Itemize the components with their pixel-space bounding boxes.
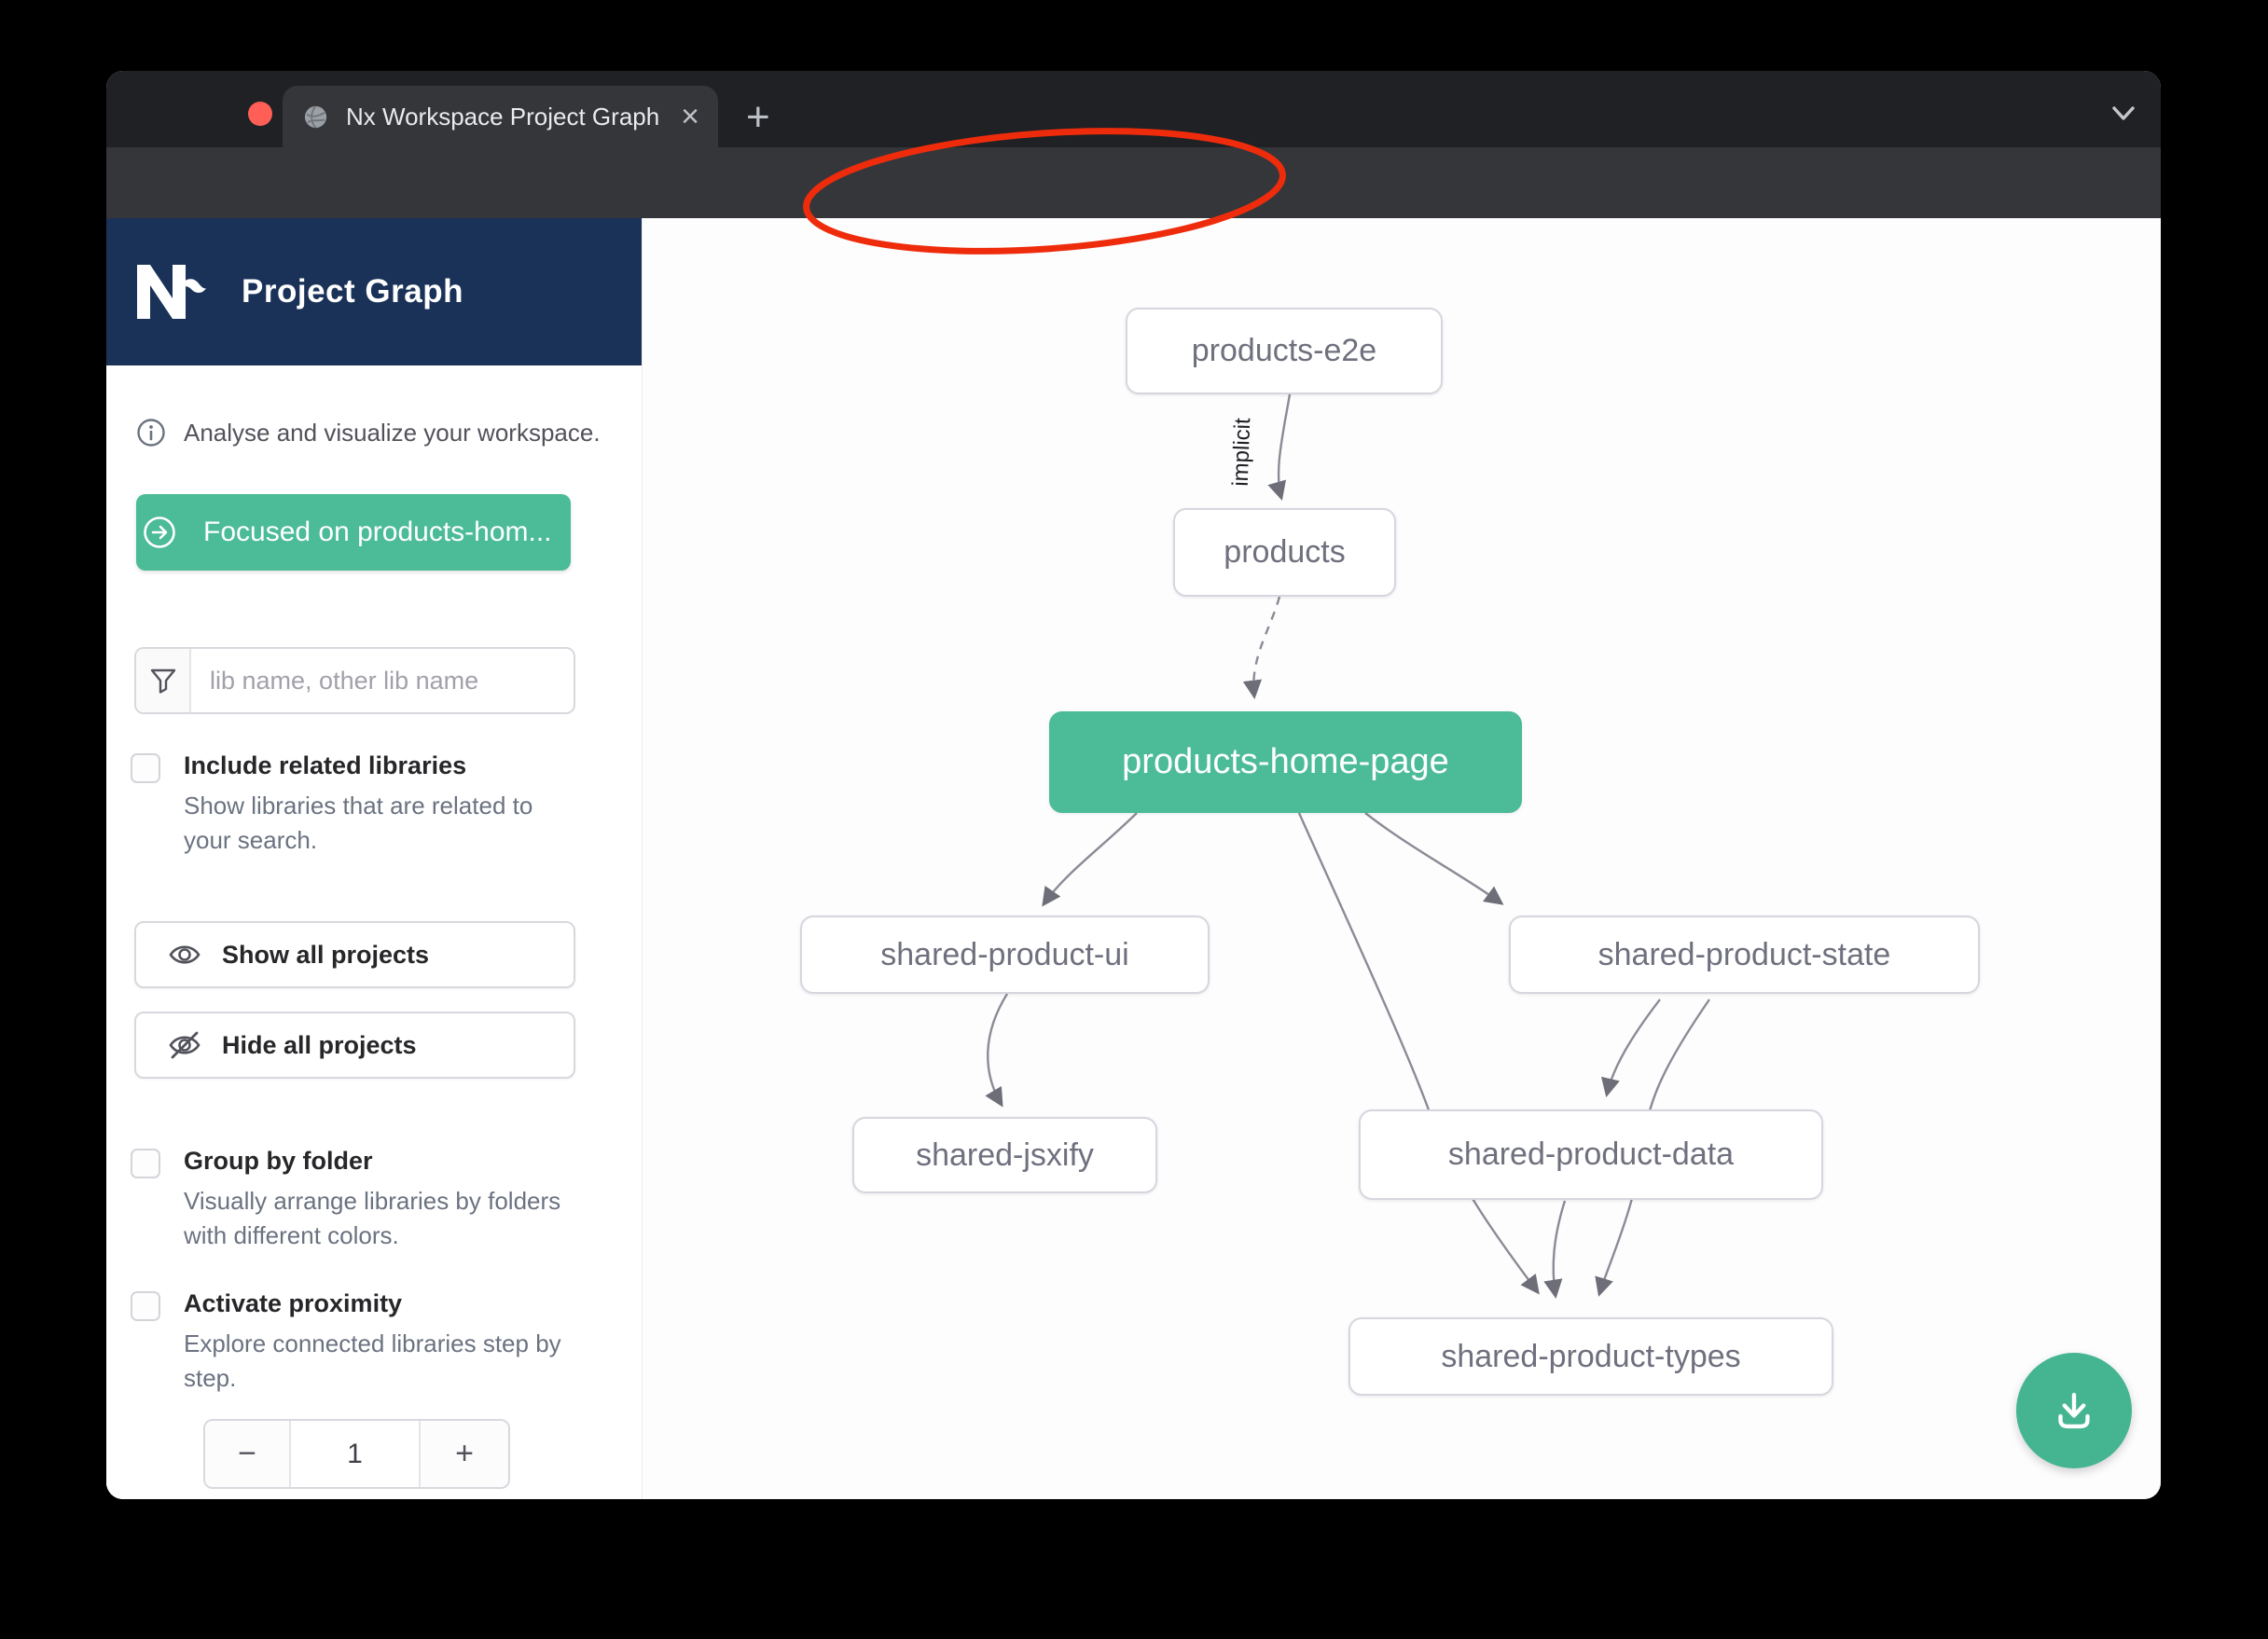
stepper-decrement-button[interactable]: −	[205, 1421, 291, 1487]
filter-field	[134, 647, 575, 714]
eye-icon	[168, 941, 201, 969]
include-related-description: Show libraries that are related to your …	[184, 789, 575, 858]
sidebar-header: Project Graph	[106, 218, 642, 365]
browser-toolbar: nrwl-nx-examples-dep-graph.netlify.app/?…	[106, 147, 2161, 218]
edge-homepage-ui	[1044, 813, 1137, 904]
sidebar: Project Graph Analyse and visualize your…	[106, 218, 643, 1499]
graph-node-shared-product-ui[interactable]: shared-product-ui	[800, 916, 1210, 994]
include-related-option: Include related libraries Show libraries…	[131, 753, 578, 875]
filter-icon-box	[136, 649, 191, 712]
show-all-projects-label: Show all projects	[222, 941, 429, 970]
filter-input[interactable]	[208, 666, 574, 696]
edge-e2e-products	[1279, 394, 1290, 498]
group-by-folder-checkbox[interactable]	[131, 1149, 160, 1178]
hide-all-projects-label: Hide all projects	[222, 1031, 417, 1060]
edge-state-data	[1607, 999, 1660, 1095]
group-by-folder-description: Visually arrange libraries by folders wi…	[184, 1184, 575, 1253]
graph-node-products-home-page[interactable]: products-home-page	[1049, 711, 1522, 813]
proximity-stepper: − 1 +	[203, 1419, 510, 1489]
chevron-down-icon[interactable]	[2108, 103, 2139, 125]
nx-logo	[135, 263, 206, 321]
focused-on-label: Focused on products-hom...	[203, 516, 552, 548]
new-tab-button[interactable]: +	[746, 97, 770, 138]
graph-node-shared-product-data[interactable]: shared-product-data	[1359, 1109, 1823, 1200]
stepper-value: 1	[291, 1421, 419, 1487]
hide-all-projects-button[interactable]: Hide all projects	[134, 1012, 575, 1079]
globe-favicon-icon	[303, 104, 328, 130]
activate-proximity-checkbox[interactable]	[131, 1291, 160, 1321]
graph-node-products-e2e[interactable]: products-e2e	[1126, 308, 1443, 394]
stepper-increment-button[interactable]: +	[419, 1421, 508, 1487]
tagline: Analyse and visualize your workspace.	[136, 418, 601, 448]
download-icon	[2047, 1384, 2101, 1438]
tab-close-icon[interactable]: ×	[681, 101, 699, 132]
edge-implicit-label: implicit	[1228, 418, 1257, 487]
show-all-projects-button[interactable]: Show all projects	[134, 921, 575, 988]
graph-node-shared-product-types[interactable]: shared-product-types	[1348, 1317, 1833, 1396]
group-by-folder-label: Group by folder	[184, 1147, 373, 1176]
activate-proximity-label: Activate proximity	[184, 1289, 402, 1318]
edge-homepage-types	[1299, 813, 1538, 1292]
edge-ui-jsxify	[988, 994, 1007, 1105]
focused-on-button[interactable]: Focused on products-hom...	[136, 494, 571, 571]
download-image-button[interactable]	[2016, 1353, 2132, 1468]
tab-title: Nx Workspace Project Graph	[346, 103, 681, 131]
browser-window: Nx Workspace Project Graph × + nrwl-nx-e…	[106, 71, 2161, 1499]
eye-off-icon	[168, 1030, 201, 1060]
activate-proximity-option: Activate proximity Explore connected lib…	[131, 1291, 578, 1412]
edge-data-types	[1554, 1201, 1565, 1296]
include-related-checkbox[interactable]	[131, 753, 160, 783]
graph-node-shared-jsxify[interactable]: shared-jsxify	[852, 1117, 1157, 1193]
edge-products-homepage	[1253, 597, 1279, 696]
graph-node-shared-product-state[interactable]: shared-product-state	[1509, 916, 1980, 994]
funnel-icon	[149, 667, 177, 695]
arrow-right-circle-icon	[142, 515, 177, 550]
tab-strip: Nx Workspace Project Graph × +	[106, 71, 2161, 147]
page-content: implicit products-e2e products products-…	[106, 218, 2161, 1499]
close-window-button[interactable]	[248, 102, 272, 126]
info-icon	[136, 418, 166, 448]
edge-homepage-state	[1365, 813, 1501, 903]
include-related-label: Include related libraries	[184, 751, 466, 780]
tagline-text: Analyse and visualize your workspace.	[184, 419, 601, 448]
sidebar-title: Project Graph	[242, 273, 463, 310]
graph-node-products[interactable]: products	[1173, 508, 1396, 597]
activate-proximity-description: Explore connected libraries step by step…	[184, 1327, 575, 1396]
group-by-folder-option: Group by folder Visually arrange librari…	[131, 1149, 578, 1270]
browser-tab[interactable]: Nx Workspace Project Graph ×	[283, 86, 718, 147]
